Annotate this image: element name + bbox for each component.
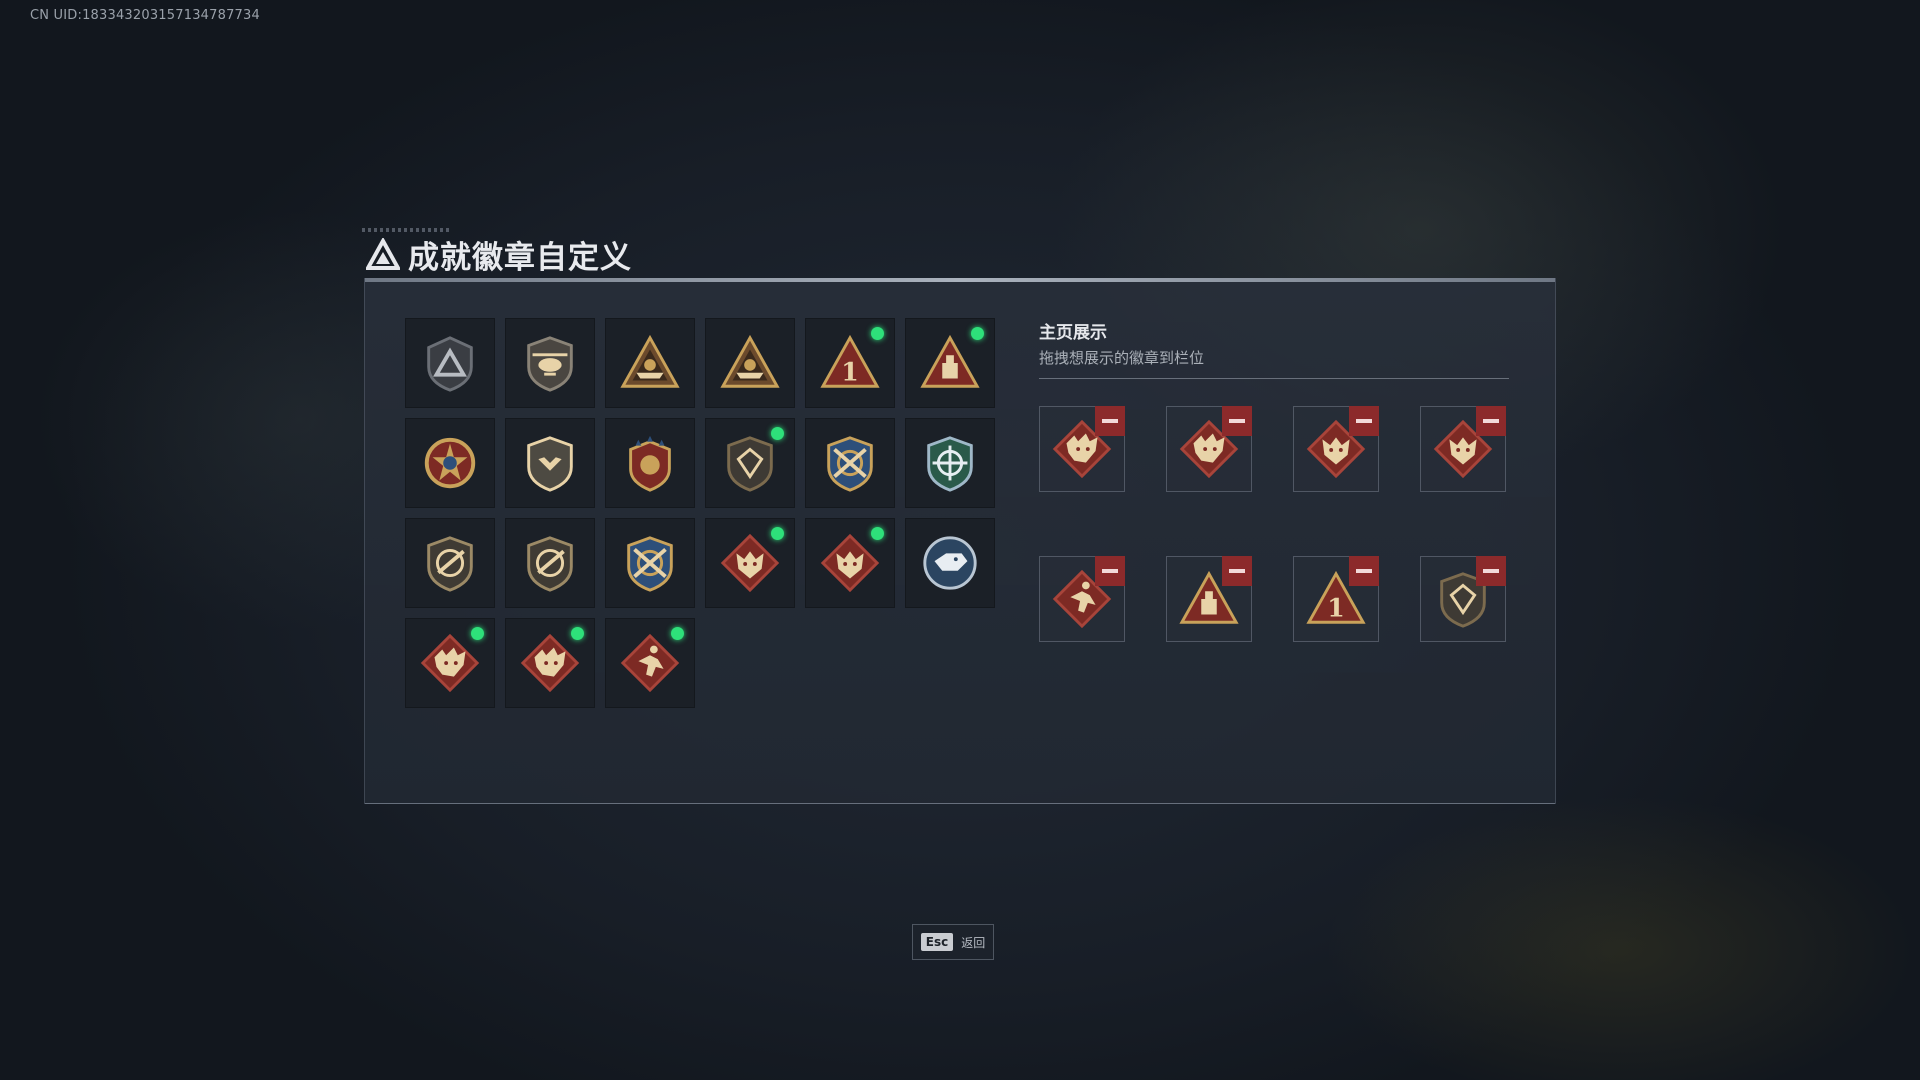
badge-cell[interactable] <box>805 418 895 508</box>
new-indicator-dot <box>971 327 984 340</box>
back-label: 返回 <box>961 935 986 950</box>
badge-cell[interactable] <box>905 318 995 408</box>
panel-bottom-line <box>365 803 1555 804</box>
new-indicator-dot <box>671 627 684 640</box>
remove-badge-button[interactable] <box>1095 556 1125 586</box>
panel-top-bar <box>365 278 1555 282</box>
remove-badge-button[interactable] <box>1222 556 1252 586</box>
showcase-subtitle: 拖拽想展示的徽章到栏位 <box>1039 349 1205 367</box>
header-decoration <box>362 228 452 232</box>
triangle-logo-icon <box>366 237 400 272</box>
new-indicator-dot <box>471 627 484 640</box>
badge-cell[interactable] <box>405 418 495 508</box>
badge-cell[interactable] <box>505 518 595 608</box>
showcase-divider <box>1039 378 1509 379</box>
new-indicator-dot <box>771 427 784 440</box>
remove-badge-button[interactable] <box>1222 406 1252 436</box>
homepage-showcase: 主页展示 拖拽想展示的徽章到栏位 1 <box>1039 318 1509 642</box>
showcase-slot[interactable] <box>1166 406 1252 492</box>
showcase-slot[interactable] <box>1420 556 1506 642</box>
crossed-guns-crest-badge-icon <box>619 532 681 594</box>
star-crest-badge-icon <box>619 432 681 494</box>
showcase-slot[interactable] <box>1039 556 1125 642</box>
badge-cell[interactable] <box>705 518 795 608</box>
svg-text:1: 1 <box>841 356 859 386</box>
showcase-slot[interactable] <box>1293 406 1379 492</box>
esc-key-hint: Esc <box>920 933 954 951</box>
showcase-slot[interactable] <box>1039 406 1125 492</box>
runner-diamond-badge-icon <box>619 632 681 694</box>
badge-cell[interactable]: 1 <box>805 318 895 408</box>
showcase-slot[interactable]: 1 <box>1293 556 1379 642</box>
svg-text:1: 1 <box>1327 592 1345 622</box>
gem-shield-badge-icon <box>719 432 781 494</box>
remove-badge-button[interactable] <box>1349 406 1379 436</box>
remove-badge-button[interactable] <box>1349 556 1379 586</box>
page-title: 成就徽章自定义 <box>408 240 632 276</box>
new-indicator-dot <box>771 527 784 540</box>
new-indicator-dot <box>871 327 884 340</box>
red-wolf-diamond-badge-icon <box>819 532 881 594</box>
badge-cell[interactable] <box>405 518 495 608</box>
remove-badge-button[interactable] <box>1095 406 1125 436</box>
blue-crosshair-badge-icon <box>919 432 981 494</box>
new-indicator-dot <box>871 527 884 540</box>
red-dragon-diamond-badge-icon <box>419 632 481 694</box>
back-button[interactable]: Esc 返回 <box>912 924 994 960</box>
showcase-title: 主页展示 <box>1039 323 1107 343</box>
badge-cell[interactable] <box>605 518 695 608</box>
badge-cell[interactable] <box>705 418 795 508</box>
badge-cell[interactable] <box>405 318 495 408</box>
badge-cell[interactable] <box>605 618 695 708</box>
showcase-slot[interactable] <box>1166 556 1252 642</box>
showcase-slot[interactable] <box>1420 406 1506 492</box>
badge-panel: 1 主页展示 拖拽想展示的徽章到栏位 1 <box>364 278 1556 804</box>
badge-grid: 1 <box>405 318 995 708</box>
uid-label: CN UID:18334320315713478773​4 <box>30 8 260 23</box>
rifle-shield-badge-icon <box>519 532 581 594</box>
triangle-shield-gray-badge-icon <box>419 332 481 394</box>
wing-shield-badge-icon <box>519 432 581 494</box>
badge-cell[interactable] <box>505 318 595 408</box>
badge-cell[interactable] <box>505 418 595 508</box>
badge-cell[interactable] <box>705 318 795 408</box>
red-wolf-diamond-badge-icon <box>719 532 781 594</box>
badge-cell[interactable] <box>405 618 495 708</box>
remove-badge-button[interactable] <box>1476 406 1506 436</box>
new-indicator-dot <box>571 627 584 640</box>
badge-cell[interactable] <box>605 418 695 508</box>
badge-cell[interactable] <box>905 418 995 508</box>
page-header: 成就徽章自定义 <box>362 228 632 277</box>
rifle-shield-badge-icon <box>419 532 481 594</box>
badge-cell[interactable] <box>905 518 995 608</box>
badge-cell[interactable] <box>505 618 595 708</box>
red-dragon-diamond-badge-icon <box>519 632 581 694</box>
tank-triangle-badge-icon <box>719 332 781 394</box>
crate-red-triangle-badge-icon <box>919 332 981 394</box>
boat-triangle-badge-icon <box>619 332 681 394</box>
star-medal-badge-icon <box>419 432 481 494</box>
badge-cell[interactable] <box>605 318 695 408</box>
helicopter-shield-badge-icon <box>519 332 581 394</box>
blue-wolf-round-badge-icon <box>919 532 981 594</box>
badge-cell[interactable] <box>805 518 895 608</box>
showcase-slots: 1 <box>1039 406 1506 642</box>
number-one-red-triangle-badge-icon: 1 <box>819 332 881 394</box>
crossed-guns-shield-badge-icon <box>819 432 881 494</box>
remove-badge-button[interactable] <box>1476 556 1506 586</box>
